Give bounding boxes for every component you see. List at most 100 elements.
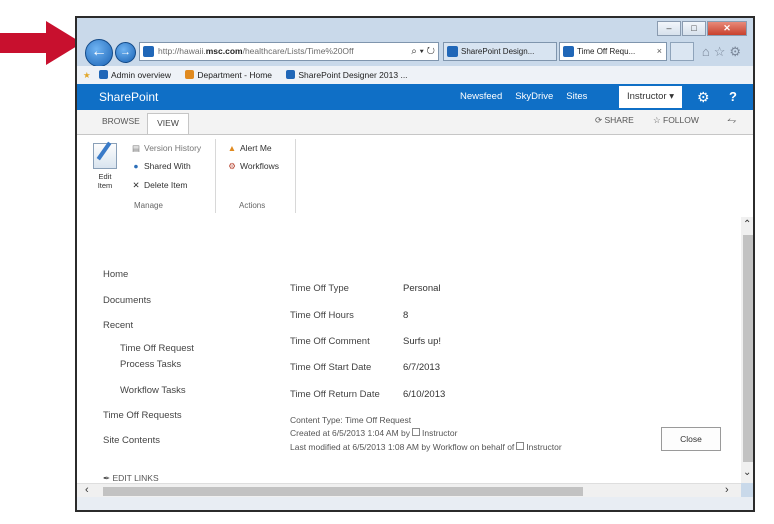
delete-x-icon: ✕ [132, 180, 140, 190]
created-text: Created at 6/5/2013 1:04 AM by Instructor [290, 428, 457, 438]
url-path: /healthcare/Lists/Time%20Off [242, 46, 354, 56]
ribbon-commands: Edit Item ▤ Version History ● Shared With … [77, 134, 753, 218]
tab-browse[interactable]: BROWSE [102, 116, 140, 126]
suite-link-skydrive[interactable]: SkyDrive [515, 91, 553, 102]
home-icon[interactable]: ⌂ [702, 44, 714, 59]
suite-links: Newsfeed SkyDrive Sites [460, 84, 600, 110]
horizontal-scrollbar[interactable]: ‹ › [77, 483, 741, 498]
browser-toolbar-icons: ⌂☆⚙ [702, 44, 745, 60]
favorites-bar: ★ Admin overview Department - Home Share… [77, 66, 753, 85]
modified-user-link[interactable]: Instructor [526, 442, 561, 452]
nav-time-off-request-line2[interactable]: Process Tasks [120, 359, 181, 370]
address-bar[interactable]: http://hawaii.msc.com/healthcare/Lists/T… [139, 42, 439, 61]
main-content: Home Documents Recent Time Off Request P… [77, 217, 753, 483]
shared-with-button[interactable]: ● Shared With [131, 161, 190, 171]
minimize-button[interactable]: – [657, 21, 681, 36]
favorite-label: SharePoint Designer 2013 ... [298, 70, 408, 80]
favorite-label: Admin overview [111, 70, 171, 80]
group-label-actions: Actions [239, 201, 266, 210]
field-label-return-date: Time Off Return Date [290, 389, 380, 400]
forward-arrow-icon: → [120, 46, 131, 58]
browser-window: – □ ✕ ← → http://hawaii.msc.com/healthca… [75, 16, 755, 512]
suite-link-newsfeed[interactable]: Newsfeed [460, 91, 502, 102]
workflows-label: Workflows [240, 161, 280, 171]
scroll-up-icon[interactable]: ⌃ [743, 219, 751, 230]
nav-workflow-tasks[interactable]: Workflow Tasks [120, 385, 186, 396]
favorites-star-icon[interactable]: ☆ [714, 44, 730, 59]
field-value-hours: 8 [403, 310, 409, 321]
sharepoint-tab-icon [563, 46, 574, 57]
nav-home[interactable]: Home [103, 269, 128, 280]
delete-item-label: Delete Item [144, 180, 188, 190]
forward-button[interactable]: → [115, 42, 136, 63]
presence-icon [516, 442, 525, 450]
user-menu[interactable]: Instructor ▾ [619, 86, 683, 108]
alert-me-button[interactable]: ▲ Alert Me [227, 143, 272, 153]
scroll-left-icon[interactable]: ‹ [85, 484, 89, 496]
maximize-button[interactable]: □ [682, 21, 706, 36]
scroll-right-icon[interactable]: › [725, 484, 729, 496]
tab-close-icon[interactable]: × [657, 43, 662, 60]
vertical-scroll-thumb[interactable] [743, 235, 753, 462]
people-icon: ● [133, 161, 139, 171]
favorite-admin-overview[interactable]: Admin overview [99, 70, 177, 80]
delete-item-button[interactable]: ✕ Delete Item [131, 180, 187, 191]
nav-recent: Recent [103, 320, 134, 331]
sharepoint-icon [286, 70, 296, 79]
follow-label: FOLLOW [663, 115, 699, 125]
workflows-button[interactable]: ⚙ Workflows [227, 161, 279, 172]
new-tab-button[interactable] [670, 42, 694, 61]
version-history-icon: ▤ [131, 143, 141, 153]
field-label-comment: Time Off Comment [290, 336, 370, 347]
edit-item-icon [93, 143, 117, 169]
favorite-department-home[interactable]: Department - Home [185, 70, 278, 80]
annotation-arrow [0, 21, 82, 65]
horizontal-scroll-thumb[interactable] [103, 487, 583, 496]
favorite-sharepoint-designer[interactable]: SharePoint Designer 2013 ... [286, 70, 413, 80]
help-icon[interactable]: ? [729, 84, 737, 110]
site-favicon-icon [143, 46, 154, 57]
created-user-link[interactable]: Instructor [422, 428, 457, 438]
tab-sharepoint-designer[interactable]: SharePoint Design... [443, 42, 557, 61]
sharepoint-brand[interactable]: SharePoint [99, 84, 158, 110]
nav-time-off-requests[interactable]: Time Off Requests [103, 410, 182, 421]
status-strip [77, 497, 753, 510]
suite-link-sites[interactable]: Sites [566, 91, 587, 102]
favorites-star-icon[interactable]: ★ [83, 70, 91, 80]
url-prefix: http://hawaii. [158, 46, 206, 56]
close-window-button[interactable]: ✕ [707, 21, 747, 36]
tab-label: SharePoint Design... [461, 47, 535, 56]
edit-item-button[interactable]: Edit Item [91, 143, 119, 190]
share-button[interactable]: ⟳ SHARE [595, 115, 634, 126]
vertical-scrollbar[interactable]: ⌃ ⌄ [741, 217, 753, 483]
scroll-down-icon[interactable]: ⌄ [743, 467, 751, 478]
page-icon [185, 70, 195, 79]
sharepoint-tab-icon [447, 46, 458, 57]
page-icon [99, 70, 108, 79]
tab-view[interactable]: VIEW [147, 113, 189, 135]
settings-gear-icon[interactable]: ⚙ [697, 84, 710, 110]
favorite-label: Department - Home [197, 70, 273, 80]
focus-on-content-icon[interactable]: ⥊ [727, 113, 737, 128]
group-divider [215, 139, 216, 213]
star-icon: ☆ [653, 115, 661, 125]
nav-time-off-request-line1[interactable]: Time Off Request [120, 343, 194, 354]
workflows-icon: ⚙ [228, 161, 236, 171]
address-tools-icons[interactable]: ⌕ ▾ ↻ [408, 43, 435, 60]
nav-site-contents[interactable]: Site Contents [103, 435, 160, 446]
field-label-hours: Time Off Hours [290, 310, 354, 321]
nav-documents[interactable]: Documents [103, 295, 151, 306]
close-button[interactable]: Close [661, 427, 721, 451]
browser-nav-row: ← → http://hawaii.msc.com/healthcare/Lis… [77, 36, 753, 67]
settings-gear-icon[interactable]: ⚙ [729, 44, 745, 59]
back-button[interactable]: ← [85, 39, 113, 67]
follow-button[interactable]: ☆ FOLLOW [653, 115, 699, 126]
ribbon-tabs: BROWSE VIEW ⟳ SHARE ☆ FOLLOW ⥊ [77, 110, 753, 135]
tab-time-off-request[interactable]: Time Off Requ... × [559, 42, 667, 61]
tab-label: Time Off Requ... [577, 47, 636, 56]
version-history-button[interactable]: ▤ Version History [131, 143, 201, 154]
field-value-return-date: 6/10/2013 [403, 389, 446, 400]
field-value-type: Personal [403, 283, 441, 294]
created-prefix: Created at 6/5/2013 1:04 AM by [290, 428, 411, 438]
edit-links-label: EDIT LINKS [112, 473, 159, 483]
